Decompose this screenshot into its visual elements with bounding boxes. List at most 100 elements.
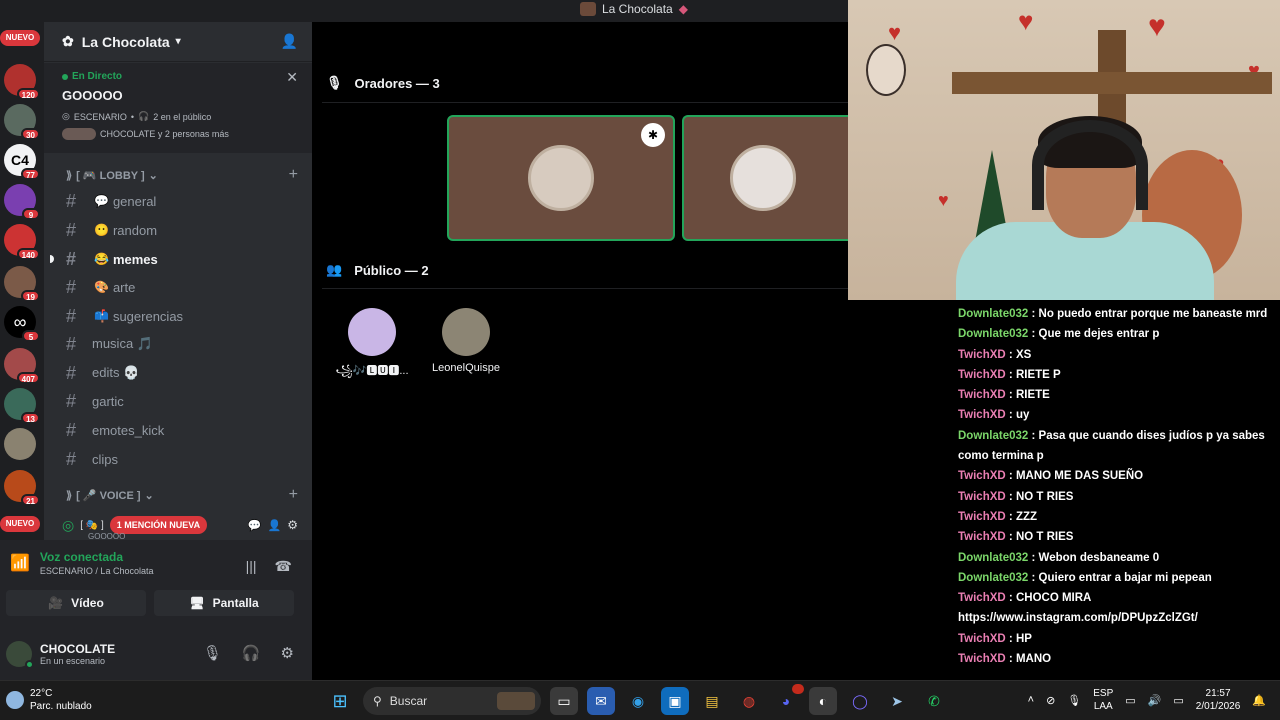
screen-share-button[interactable]: 🖥 Pantalla [154,590,294,616]
app-icon[interactable]: ◯ [846,687,874,715]
guild-header[interactable]: ✿ La Chocolata ▾ 👤 [44,22,312,62]
speaker-tile[interactable]: ✱ [447,115,675,241]
file-explorer-icon[interactable]: ▤ [698,687,726,715]
channel-label: emotes_kick [92,422,165,438]
channel-gartic[interactable]: # gartic [58,388,298,414]
server-icon-8[interactable]: 407 [4,348,40,384]
chat-message: TwichXD : XS [958,348,1032,361]
channel-musica[interactable]: # musica 🎵 [58,331,298,357]
server-icon-11[interactable]: 21 [4,470,40,506]
edge-browser-icon[interactable]: ◉ [624,687,652,715]
voice-location-text: ESCENARIO / La Chocolata [39,566,154,576]
user-info[interactable]: CHOCOLATE En un escenario 🎙 🎧 ⚙ [6,634,306,674]
stage-meta: ◎ ESCENARIO • 🎧 2 en el público [62,111,212,122]
channel-emotes-kick[interactable]: # emotes_kick [58,417,298,443]
nuevo-badge[interactable]: NUEVO [0,30,40,46]
chevron-down-icon: ▾ [175,36,181,47]
add-channel-icon[interactable]: + [289,166,298,184]
voice-connection-status[interactable]: 📶 Voz conectada ESCENARIO / La Chocolata [10,550,153,576]
chat-message: TwichXD : NO T RIES [958,490,1074,503]
chat-text: RIETE P [1015,368,1061,381]
add-member-icon[interactable]: 👤 [268,519,282,532]
speaker-tile[interactable] [682,115,852,241]
clock[interactable]: 21:57 2/01/2026 [1196,687,1241,713]
server-icon-6[interactable]: 19 [4,266,40,302]
discord-icon[interactable]: ◕ [772,684,804,715]
settings-gear-icon[interactable]: ⚙ [281,644,294,662]
microphone-icon[interactable]: 🎙 [1067,694,1081,707]
server-icon-10[interactable] [4,428,36,460]
channel-sugerencias[interactable]: # 📫 sugerencias [58,303,298,329]
audience-name: LeonelQuispe [432,362,500,374]
search-box[interactable]: ⚲ Buscar [363,687,541,715]
chat-username: TwichXD [958,470,1006,483]
stage-view: 🎙 Oradores — 3 ✱ 👥 Público — 2 ꧁🎶🅻🆄🅸... … [312,22,852,680]
user-panel: 📶 Voz conectada ESCENARIO / La Chocolata… [0,540,312,680]
gear-icon[interactable]: ⚙ [287,518,298,532]
network-off-icon[interactable]: ⊘ [1046,694,1055,707]
server-icon-7[interactable]: ∞ 5 [4,306,40,342]
audience-member[interactable]: ꧁🎶🅻🆄🅸... [327,308,417,385]
channel-clips[interactable]: # clips [58,446,298,472]
video-button[interactable]: 🎥 Vídeo [6,590,146,616]
notifications-icon[interactable]: 🔔 [1252,694,1266,707]
weather-widget[interactable]: 22°C Parc. nublado [6,687,92,713]
audience-member[interactable]: LeonelQuispe [421,308,511,374]
task-view-icon[interactable]: ▭ [550,687,578,715]
soundboard-icon[interactable]: ||| [246,558,257,575]
server-icon-4[interactable]: 9 [4,184,40,220]
nuevo-badge-bottom[interactable]: NUEVO [0,516,40,532]
add-channel-icon[interactable]: + [289,486,298,504]
hash-icon: # [65,305,76,326]
channel-general[interactable]: # 💬 general [58,188,298,214]
close-icon[interactable]: ✕ [286,69,298,86]
microphone-icon[interactable]: 🎙 [203,644,222,662]
channel-arte[interactable]: # 🎨 arte [58,274,298,300]
server-icon-2[interactable]: 30 [4,104,40,140]
camera-icon: 🎥 [48,596,64,610]
category-lobby[interactable]: ⟫ [ 🎮 LOBBY ] ⌄ [66,169,158,182]
server-icon-9[interactable]: 13 [4,388,40,424]
volume-icon[interactable]: 🔊 [1148,694,1162,707]
disconnect-icon[interactable]: ☎ [275,558,292,575]
server-icon-3[interactable]: C4 77 [4,144,40,180]
voice-status-text: Voz conectada [39,550,124,564]
search-highlight-icon [497,692,535,710]
status-dot [25,660,34,669]
server-icon-1[interactable]: 120 [4,64,40,100]
hash-icon: # [65,390,76,411]
steam-icon[interactable]: ➤ [883,687,911,715]
windows-start-icon[interactable]: ⊞ [326,687,354,715]
chat-message: TwichXD : uy [958,409,1030,422]
channel-memes[interactable]: # 😂 memes [50,246,298,272]
mention-badge: 19 [21,290,40,302]
add-member-icon[interactable]: 👤 [281,33,298,50]
store-icon[interactable]: ▣ [661,687,689,715]
chat-message: Downlate032 : Que me dejes entrar p [958,328,1160,341]
headphones-icon[interactable]: 🎧 [242,644,261,662]
live-label-text: En Directo [72,71,123,82]
chat-username: Downlate032 [958,308,1029,320]
speaker-avatar [730,145,796,211]
stage-channel-row[interactable]: ◎ [ 🎭 ] 1 MENCIÓN NUEVA 💬 👤 ⚙ GOOOOO [44,510,312,541]
display-icon[interactable]: ▭ [1125,694,1135,707]
channel-label: edits 💀 [92,365,140,380]
outlook-icon[interactable]: ✉ [587,687,615,715]
divider [322,102,848,103]
window-title: La Chocolata ◆ [580,2,688,16]
chevron-up-icon[interactable]: ˄ [1028,694,1034,706]
chat-text: ZZZ [1015,510,1038,523]
taskbar-apps: ⊞ ⚲ Buscar ▭ ✉ ◉ ▣ ▤ ◍ ◕ ◐ ◯ ➤ ✆ [326,684,948,715]
chat-bubble-icon[interactable]: 💬 [248,519,262,532]
server-icon-5[interactable]: 140 [4,224,40,260]
chrome-icon[interactable]: ◍ [735,687,763,715]
channel-edits[interactable]: # edits 💀 [58,360,298,386]
live-stage-card[interactable]: En Directo GOOOOO ◎ ESCENARIO • 🎧 2 en e… [44,63,312,153]
stream-chat: Downlate032 : No puedo entrar porque me … [958,304,1274,669]
battery-icon[interactable]: ▭ [1173,694,1183,707]
language-indicator[interactable]: ESP LAA [1093,687,1113,713]
category-voice[interactable]: ⟫ [ 🎤 VOICE ] ⌄ [66,489,154,502]
channel-random[interactable]: # 😶 random [58,217,298,243]
whatsapp-icon[interactable]: ✆ [920,687,948,715]
obs-icon[interactable]: ◐ [809,687,837,715]
